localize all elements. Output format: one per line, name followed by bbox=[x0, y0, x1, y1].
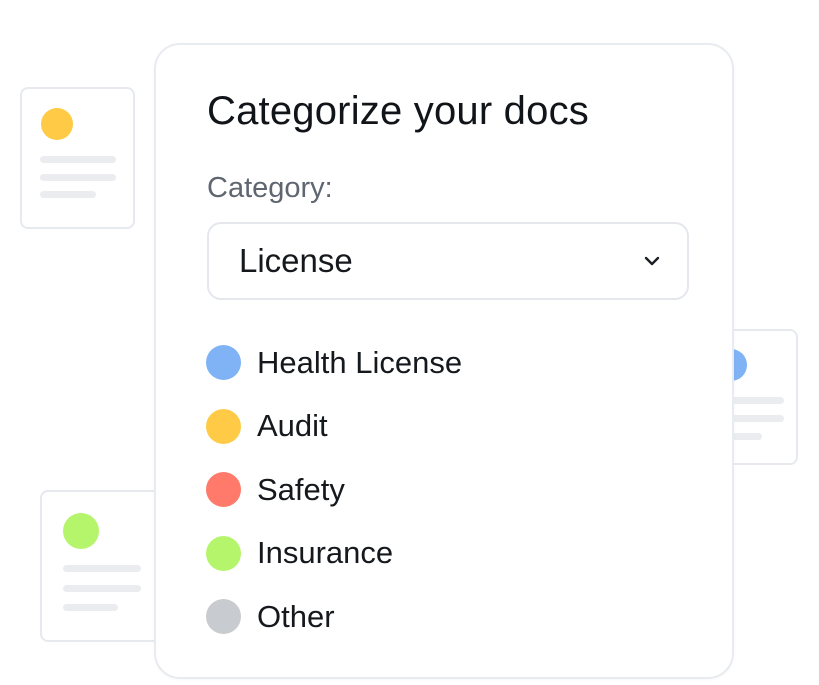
option-label: Audit bbox=[257, 408, 328, 444]
option-label: Health License bbox=[257, 344, 463, 380]
color-dot-icon bbox=[206, 599, 241, 635]
doc-text-line bbox=[40, 174, 116, 181]
category-option-other[interactable]: Other bbox=[206, 585, 462, 649]
doc-text-line bbox=[63, 565, 141, 572]
stage: Categorize your docs Category: License H… bbox=[0, 0, 819, 685]
panel-title: Categorize your docs bbox=[207, 89, 589, 133]
color-dot-icon bbox=[206, 535, 241, 571]
category-label: Category: bbox=[207, 172, 333, 204]
option-label: Safety bbox=[257, 471, 345, 507]
category-options-list: Health License Audit Safety Insurance Ot… bbox=[206, 331, 462, 649]
doc-text-line bbox=[63, 604, 118, 611]
doc-text-line bbox=[40, 191, 96, 198]
category-option-audit[interactable]: Audit bbox=[206, 395, 462, 459]
category-option-safety[interactable]: Safety bbox=[206, 458, 462, 522]
category-option-health-license[interactable]: Health License bbox=[206, 331, 462, 395]
doc-text-line bbox=[40, 156, 116, 163]
option-label: Insurance bbox=[257, 535, 394, 571]
categorize-panel: Categorize your docs Category: License H… bbox=[154, 43, 734, 679]
category-select[interactable]: License bbox=[207, 222, 689, 300]
chevron-down-icon bbox=[644, 256, 660, 266]
color-dot-icon bbox=[206, 408, 241, 444]
doc-card-audit bbox=[20, 87, 135, 229]
option-label: Other bbox=[257, 598, 335, 634]
doc-card-insurance bbox=[40, 490, 165, 642]
doc-text-line bbox=[63, 585, 141, 592]
doc-color-dot bbox=[41, 108, 73, 140]
color-dot-icon bbox=[206, 345, 241, 381]
color-dot-icon bbox=[206, 472, 241, 508]
category-option-insurance[interactable]: Insurance bbox=[206, 522, 462, 586]
doc-color-dot bbox=[63, 513, 99, 549]
category-select-value: License bbox=[239, 242, 353, 279]
